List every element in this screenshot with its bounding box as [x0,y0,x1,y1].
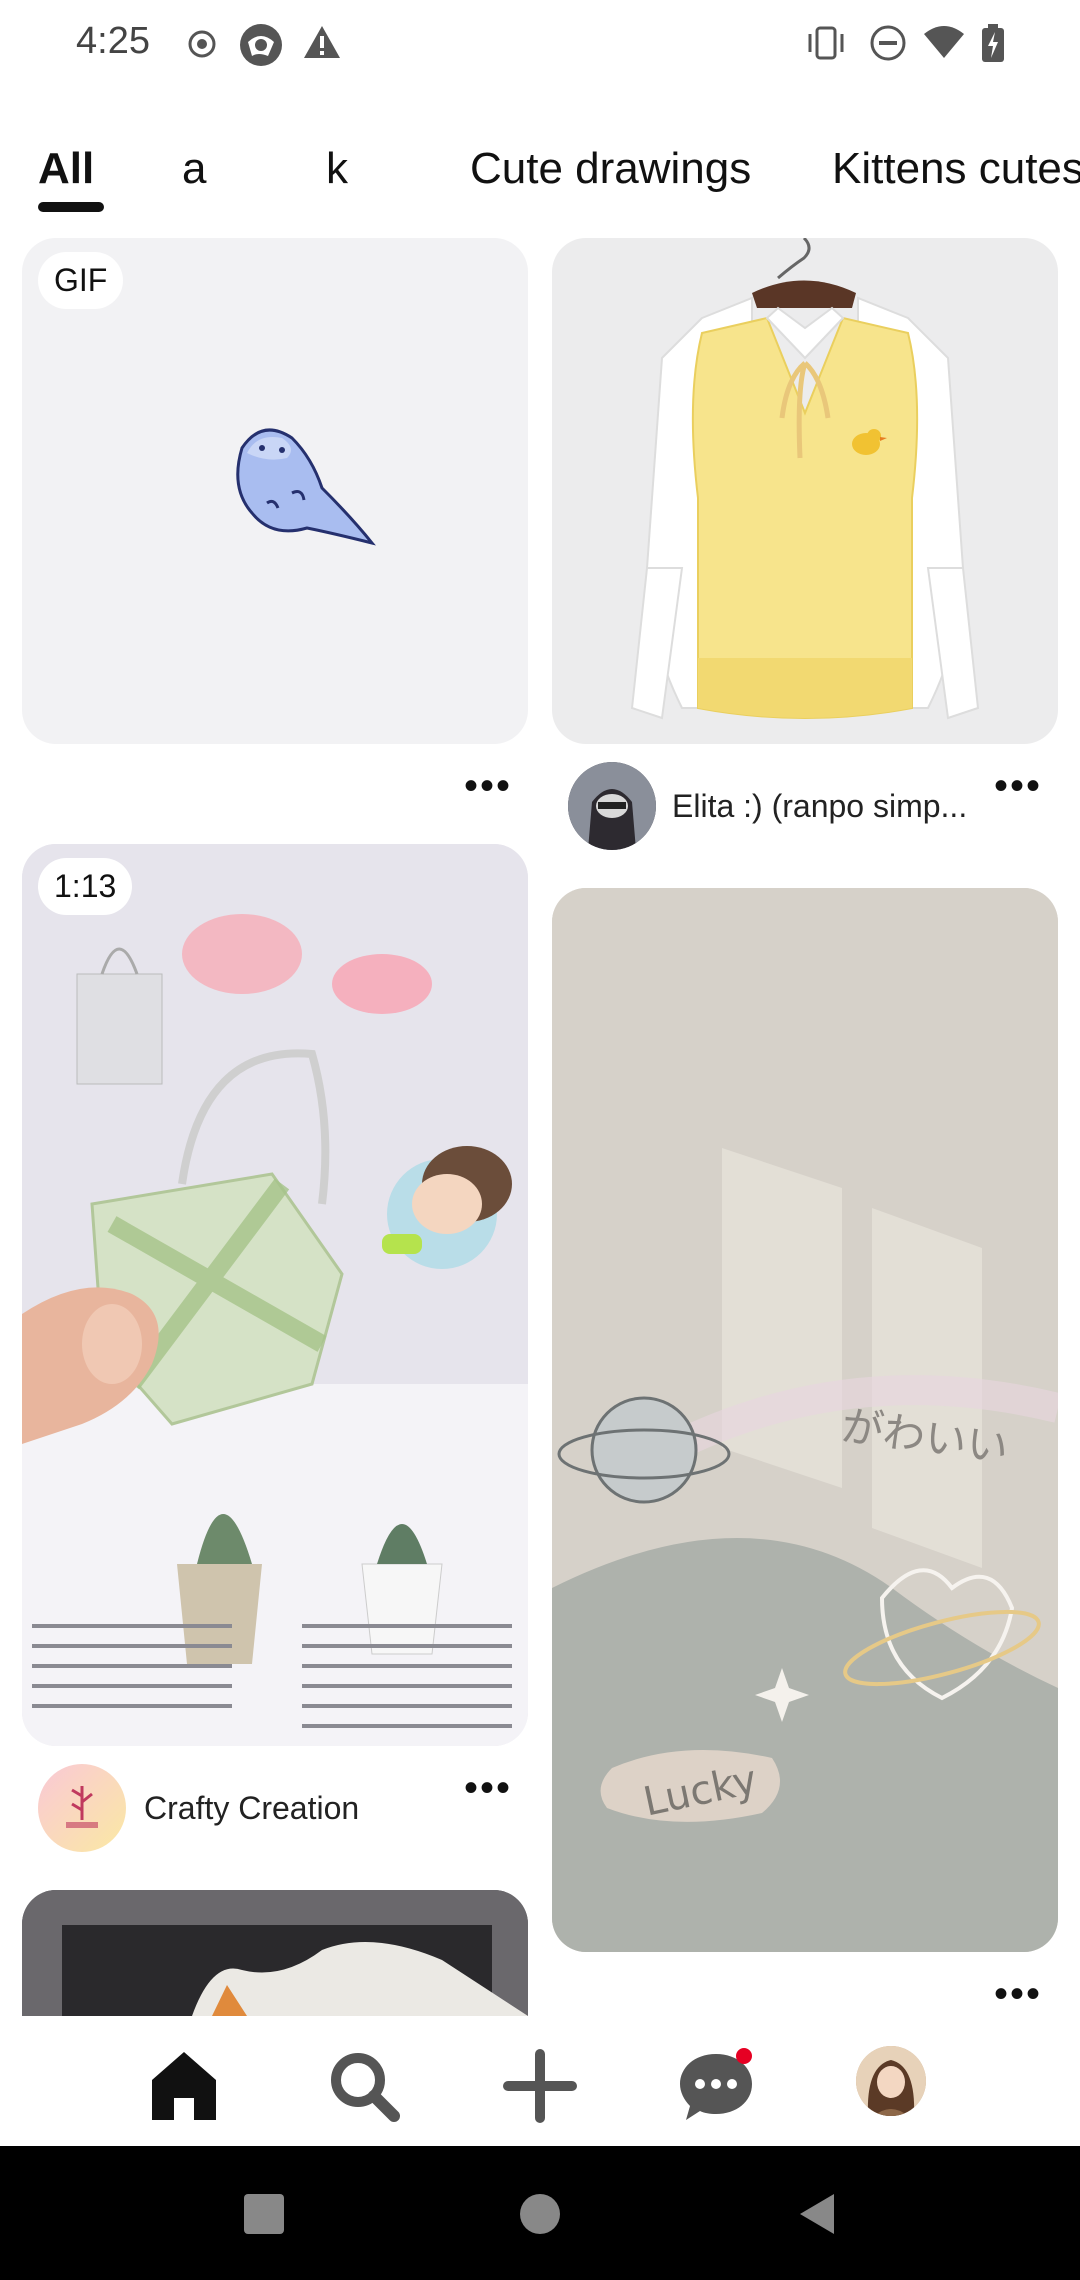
raccoon-avatar-image [568,762,656,850]
create-icon[interactable] [500,2046,580,2126]
crafty-creation-logo [66,1786,98,1828]
active-tab-indicator [38,202,104,212]
tab-kittens-cutes[interactable]: Kittens cutes [832,144,1080,194]
home-icon[interactable] [144,2046,224,2126]
tab-all[interactable]: All [38,144,94,194]
pin-sweater-vest[interactable] [552,238,1058,744]
pin-more-button[interactable]: ••• [994,766,1042,806]
origami-bag-video-thumbnail [22,844,528,1746]
vibrate-icon [808,26,844,60]
gif-badge: GIF [38,252,124,309]
bird-illustration [236,428,376,546]
profile-avatar-image [856,2046,926,2116]
tab-cute-drawings[interactable]: Cute drawings [470,144,751,194]
pin-owner-name[interactable]: Crafty Creation [144,1790,504,1827]
status-bar: 4:25 [0,0,1080,90]
pastel-wallpaper-image: Lucky がわいい [552,888,1058,1952]
warning-icon [304,26,340,58]
pin-video-origami-bag[interactable]: 1:13 [22,844,528,1746]
pin-pastel-wallpaper[interactable]: Lucky がわいい [552,888,1058,1952]
notification-dot [736,2048,752,2064]
pin-more-button[interactable]: ••• [464,766,512,806]
dnd-icon [870,25,906,61]
pin-more-button[interactable]: ••• [464,1768,512,1808]
board-tabs: All a k Cute drawings Kittens cutes [0,130,1080,230]
record-icon [188,30,216,58]
wifi-icon [924,26,964,58]
bottom-navigation [0,2016,1080,2146]
pin-owner-name[interactable]: Elita :) (ranpo simp... [672,788,972,825]
search-icon[interactable] [324,2046,404,2126]
pin-gif-bird[interactable]: GIF [22,238,528,744]
owner-avatar[interactable] [568,762,656,850]
back-button[interactable] [796,2192,836,2236]
battery-charging-icon [982,24,1004,62]
pin-more-button[interactable]: ••• [994,1974,1042,2014]
tab-k[interactable]: k [326,144,348,194]
video-duration-badge: 1:13 [38,858,133,915]
sweater-vest-image [630,238,980,720]
home-button[interactable] [520,2194,560,2234]
status-time: 4:25 [76,20,150,62]
owner-avatar[interactable] [38,1764,126,1852]
messages-icon[interactable] [676,2046,756,2126]
kitten-image [22,1890,528,2016]
app-icon [240,24,282,66]
system-navigation-bar [0,2146,1080,2280]
recents-button[interactable] [244,2194,284,2234]
tab-a[interactable]: a [182,144,206,194]
profile-avatar[interactable] [856,2046,926,2116]
pin-kitten[interactable] [22,1890,528,2016]
